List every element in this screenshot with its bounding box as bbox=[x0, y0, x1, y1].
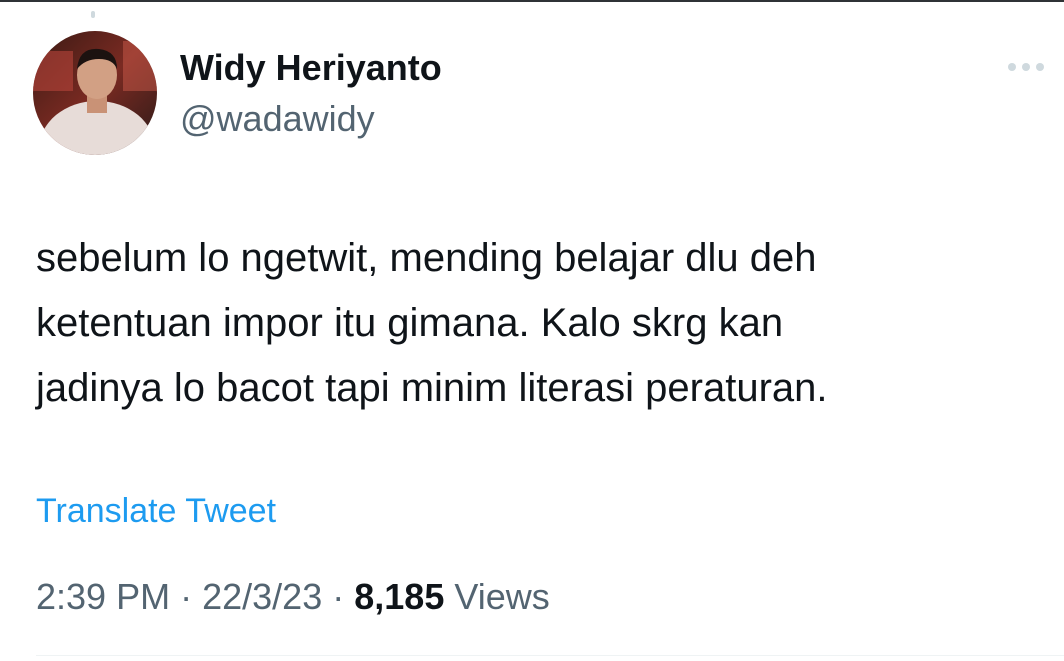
more-dots-icon bbox=[1008, 63, 1044, 71]
views-count: 8,185 bbox=[354, 576, 445, 617]
tweet-time[interactable]: 2:39 PM bbox=[36, 576, 170, 617]
author-name[interactable]: Widy Heriyanto bbox=[180, 46, 442, 90]
tweet-line: sebelum lo ngetwit, mending belajar dlu … bbox=[36, 236, 817, 280]
tweet-line: jadinya lo bacot tapi minim literasi per… bbox=[36, 366, 828, 410]
tweet-text: sebelum lo ngetwit, mending belajar dlu … bbox=[36, 226, 1046, 421]
status-dot bbox=[91, 11, 95, 18]
views-label: Views bbox=[454, 576, 550, 617]
meta-separator: · bbox=[180, 576, 193, 617]
avatar-photo bbox=[33, 31, 157, 155]
tweet-meta: 2:39 PM · 22/3/23 · 8,185 Views bbox=[36, 573, 550, 621]
translate-tweet-link[interactable]: Translate Tweet bbox=[36, 489, 276, 533]
top-border bbox=[0, 0, 1064, 2]
avatar[interactable] bbox=[33, 31, 157, 155]
tweet-line: ketentuan impor itu gimana. Kalo skrg ka… bbox=[36, 301, 784, 345]
tweet-date[interactable]: 22/3/23 bbox=[202, 576, 322, 617]
meta-separator: · bbox=[332, 576, 345, 617]
more-options-button[interactable] bbox=[1000, 54, 1052, 80]
divider bbox=[36, 655, 1064, 656]
author-handle[interactable]: @wadawidy bbox=[180, 97, 375, 141]
